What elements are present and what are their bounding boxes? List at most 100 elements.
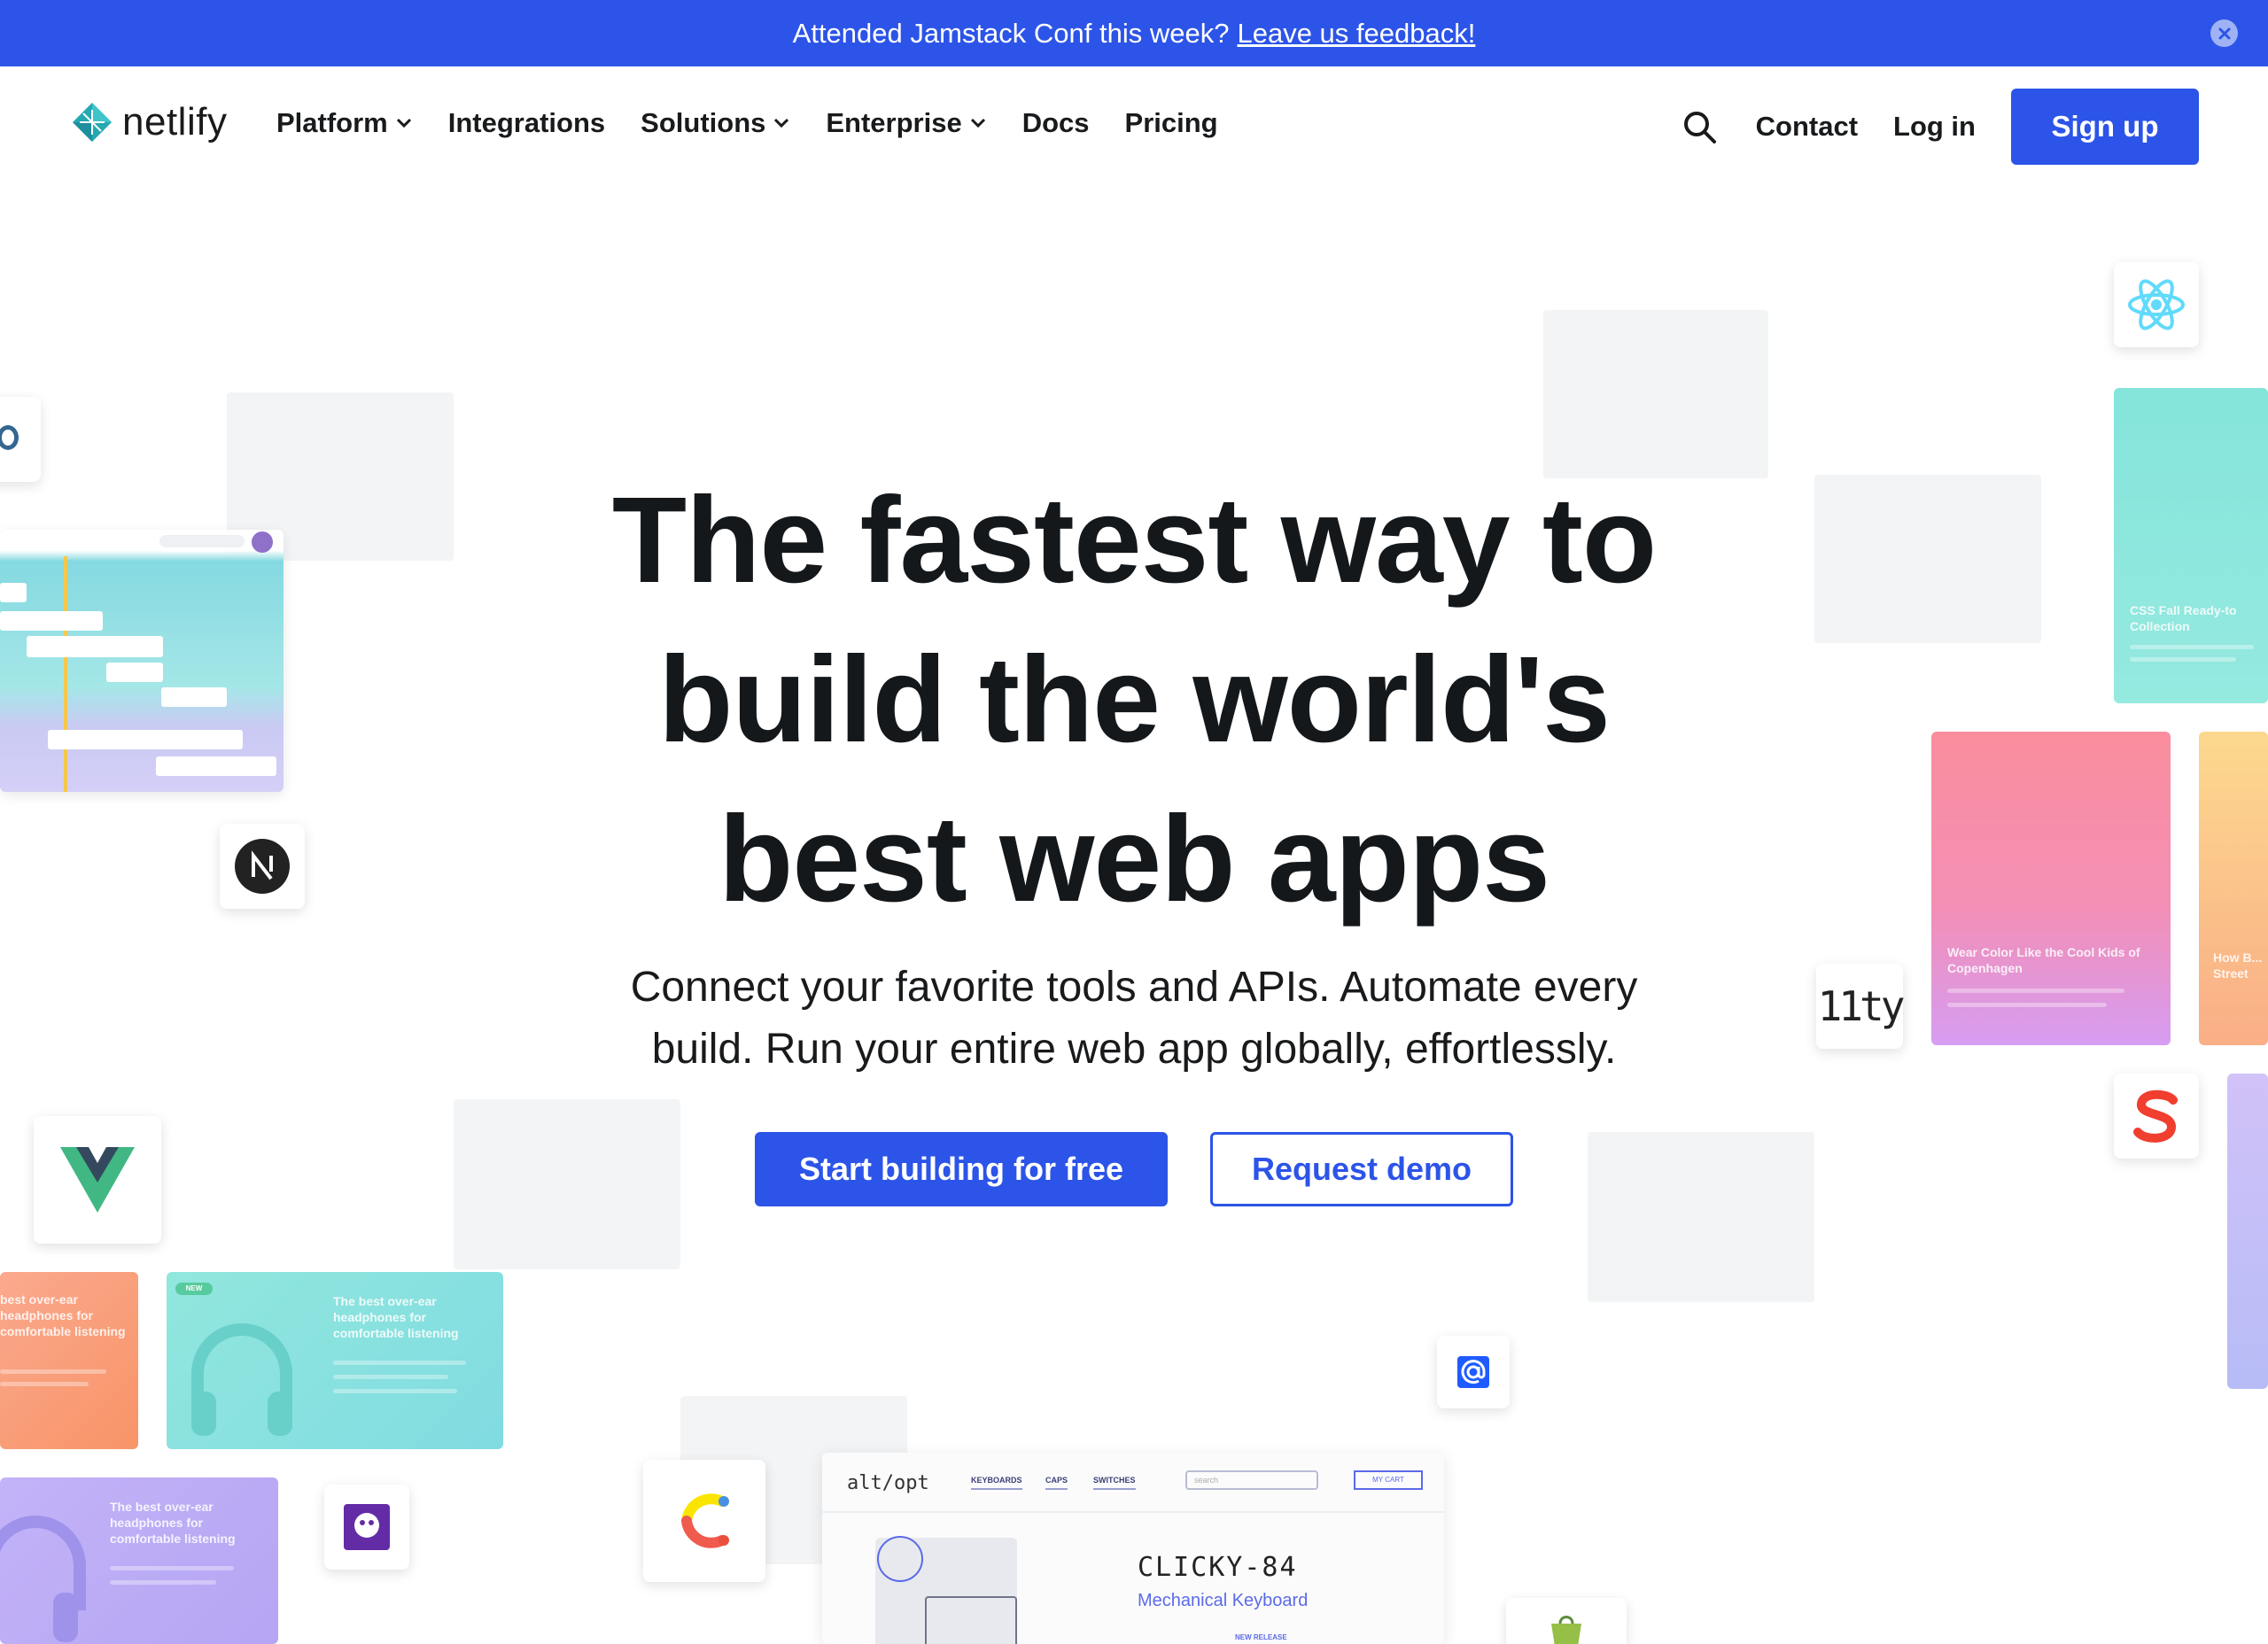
nav-actions: Contact Log in Sign up (1682, 89, 2199, 165)
login-link[interactable]: Log in (1893, 111, 1976, 143)
card-line (2130, 657, 2236, 662)
timeline-task (27, 636, 163, 657)
shop-search: search (1185, 1470, 1318, 1490)
vue-icon (60, 1147, 135, 1213)
keyboard-keys (925, 1596, 1017, 1644)
shop-preview: alt/opt KEYBOARDS CAPS SWITCHES search M… (822, 1453, 1444, 1644)
card-title: best over-ear headphones for comfortable… (0, 1292, 126, 1338)
nav-pricing-label: Pricing (1124, 107, 1218, 138)
timeline-task (106, 663, 163, 682)
sanity-tile (2114, 1074, 2199, 1159)
contact-link[interactable]: Contact (1756, 111, 1858, 143)
react-tile (2114, 262, 2199, 347)
release-label: NEW RELEASE (1235, 1633, 1287, 1641)
nav-enterprise-label: Enterprise (826, 107, 962, 138)
top-navigation: netlify Platform Integrations Solutions … (0, 66, 2268, 190)
nav-docs-label: Docs (1021, 107, 1090, 138)
timeline-task (161, 687, 227, 707)
product-card-orange: best over-ear headphones for comfortable… (0, 1272, 138, 1449)
timeline-task (0, 611, 103, 631)
product-card-teal: CSS Fall Ready-to Collection (2114, 388, 2268, 703)
hero-subtitle: Connect your favorite tools and APIs. Au… (496, 957, 1772, 1081)
eleventy-tile: 11ty (1816, 964, 1906, 1049)
card-line (0, 1382, 89, 1386)
nav-platform-label: Platform (276, 107, 388, 138)
datadog-icon (344, 1504, 390, 1550)
placeholder-block (1543, 310, 1768, 478)
timeline-search (159, 535, 245, 547)
hero-title: The fastest way to build the world's bes… (478, 461, 1790, 939)
card-line (2130, 645, 2254, 649)
timeline-task (48, 730, 243, 749)
avatar (252, 531, 273, 553)
hero-title-line: build the world's (658, 632, 1611, 768)
shop-brand: alt/opt (847, 1472, 929, 1494)
product-card-headphones: NEW The best over-ear headphones for com… (167, 1272, 503, 1449)
nav-integrations[interactable]: Integrations (448, 107, 605, 139)
sanity-icon (2133, 1090, 2178, 1143)
at-sign-icon (1457, 1356, 1489, 1388)
placeholder-block (454, 1099, 680, 1269)
release-stamp (877, 1536, 923, 1582)
shop-nav-item: SWITCHES (1093, 1476, 1136, 1490)
nav-enterprise[interactable]: Enterprise (826, 107, 986, 139)
sign-up-button[interactable]: Sign up (2011, 89, 2199, 165)
timeline-task (156, 756, 276, 776)
card-line (333, 1375, 448, 1379)
card-title: How B... Street (2213, 950, 2263, 981)
netlify-logo[interactable]: netlify (71, 100, 227, 144)
nav-solutions[interactable]: Solutions (641, 107, 790, 139)
product-card-pink: Wear Color Like the Cool Kids of Copenha… (1931, 732, 2171, 1045)
nav-platform[interactable]: Platform (276, 107, 413, 139)
shop-cart: MY CART (1354, 1470, 1423, 1490)
headphones-icon (191, 1323, 292, 1436)
chevron-down-icon (396, 118, 411, 128)
datadog-tile (324, 1485, 409, 1570)
nextjs-icon (235, 839, 290, 894)
contentful-icon (681, 1493, 729, 1548)
product-title: CLICKY-84 (1138, 1552, 1298, 1583)
placeholder-block (1588, 1132, 1814, 1302)
react-icon (2128, 279, 2185, 330)
placeholder-block (1814, 475, 2041, 643)
hero-subtitle-line: build. Run your entire web app globally,… (651, 1026, 1617, 1073)
shopping-bag-icon (1551, 1616, 1581, 1644)
card-line (333, 1361, 466, 1365)
card-line (110, 1580, 216, 1585)
timeline-card (0, 530, 284, 792)
shop-divider (822, 1511, 1444, 1513)
card-badge: NEW (175, 1283, 213, 1295)
request-demo-button[interactable]: Request demo (1210, 1132, 1513, 1206)
product-card-purple: The best over-ear headphones for comfort… (0, 1477, 278, 1644)
banner-text: Attended Jamstack Conf this week? (792, 17, 1230, 49)
headphones-icon (0, 1516, 86, 1642)
brand-name: netlify (122, 100, 228, 143)
email-tile (1437, 1336, 1510, 1408)
nav-docs[interactable]: Docs (1022, 107, 1090, 139)
start-building-button[interactable]: Start building for free (755, 1132, 1168, 1206)
nextjs-tile (220, 824, 305, 909)
search-icon[interactable] (1682, 109, 1717, 144)
feedback-link[interactable]: Leave us feedback! (1237, 18, 1475, 50)
close-icon[interactable] (2210, 19, 2238, 47)
timeline-task (0, 583, 27, 602)
nav-pricing[interactable]: Pricing (1125, 107, 1218, 139)
card-line (1947, 989, 2124, 993)
hero-subtitle-line: Connect your favorite tools and APIs. Au… (630, 964, 1638, 1011)
card-line (110, 1566, 234, 1570)
hero-title-line: The fastest way to (611, 472, 1657, 609)
product-card-lavender (2227, 1074, 2268, 1389)
timeline-marker (64, 556, 67, 792)
card-title: Wear Color Like the Cool Kids of Copenha… (1947, 945, 2140, 975)
shop-nav-item: KEYBOARDS (971, 1476, 1022, 1490)
shop-nav-item: CAPS (1045, 1476, 1068, 1490)
announcement-banner: Attended Jamstack Conf this week? Leave … (0, 0, 2268, 66)
card-title: CSS Fall Ready-to Collection (2130, 603, 2237, 633)
eleventy-label: 11ty (1817, 982, 1906, 1030)
vue-tile (34, 1116, 161, 1244)
card-title: The best over-ear headphones for comfort… (110, 1500, 236, 1546)
nav-solutions-label: Solutions (641, 107, 766, 138)
card-title: The best over-ear headphones for comfort… (333, 1294, 459, 1340)
hero-title-line: best web apps (718, 791, 1550, 927)
postgres-icon (0, 425, 19, 450)
